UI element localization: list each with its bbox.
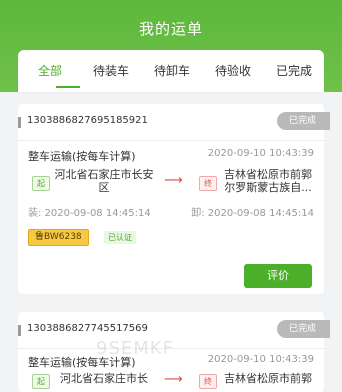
tab-pending-unload[interactable]: 待卸车 [154,62,190,79]
load-time: 装: 2020-09-08 14:45:14 [28,208,151,219]
tab-pending-accept[interactable]: 待验收 [215,62,251,79]
status-badge: 已完成 [276,320,330,338]
business-row: 整车运输(按每车计算) 2020-09-10 10:43:39 [28,354,314,370]
business-time: 2020-09-10 10:43:39 [207,354,314,365]
origin-tag: 起 [32,176,50,191]
business-type: 整车运输(按每车计算) [28,150,136,163]
destination-tag: 终 [199,176,217,191]
status-badge: 已完成 [276,112,330,130]
route-row: 起 河北省石家庄市长安区 ⟶ 终 吉林省松原市前郭尔罗斯蒙古族自... [28,168,314,198]
order-card[interactable]: 1303886827745517569 已完成 整车运输(按每车计算) 2020… [18,312,330,392]
origin-address: 河北省石家庄市长安区 [54,168,154,194]
order-header: 1303886827745517569 已完成 [18,312,330,349]
order-number: 1303886827695185921 [27,115,148,126]
order-card[interactable]: 1303886827695185921 已完成 整车运输(按每车计算) 2020… [18,104,330,294]
destination-tag: 终 [199,374,217,389]
route-arrow-icon: ⟶ [164,173,183,188]
destination-address: 吉林省松原市前郭尔罗斯蒙古族自... [224,168,312,194]
unload-time: 卸: 2020-09-08 14:45:14 [191,208,314,219]
business-time: 2020-09-10 10:43:39 [207,148,314,159]
business-row: 整车运输(按每车计算) 2020-09-10 10:43:39 [28,148,314,164]
tab-all[interactable]: 全部 [38,62,62,79]
business-type: 整车运输(按每车计算) [28,356,136,369]
route-arrow-icon: ⟶ [164,372,183,387]
plate-number-badge: 鲁BW6238 [28,229,89,246]
origin-tag: 起 [32,374,50,389]
order-bar-marker [18,117,21,128]
order-header: 1303886827695185921 已完成 [18,104,330,141]
order-bar-marker [18,325,21,336]
tab-completed[interactable]: 已完成 [276,62,312,79]
order-number: 1303886827745517569 [27,323,148,334]
evaluate-button[interactable]: 评价 [244,264,312,288]
origin-address: 河北省石家庄市长 [60,372,148,385]
status-tab-bar: 全部 待装车 待卸车 待验收 已完成 [18,50,324,92]
time-row: 装: 2020-09-08 14:45:14 卸: 2020-09-08 14:… [28,204,314,219]
route-row: 起 河北省石家庄市长 ⟶ 终 吉林省松原市前郭 [28,372,314,389]
tab-pending-load[interactable]: 待装车 [93,62,129,79]
verified-badge: 已认证 [104,231,136,244]
page-title: 我的运单 [138,20,203,38]
active-tab-indicator [56,86,80,88]
destination-address: 吉林省松原市前郭 [224,372,312,385]
